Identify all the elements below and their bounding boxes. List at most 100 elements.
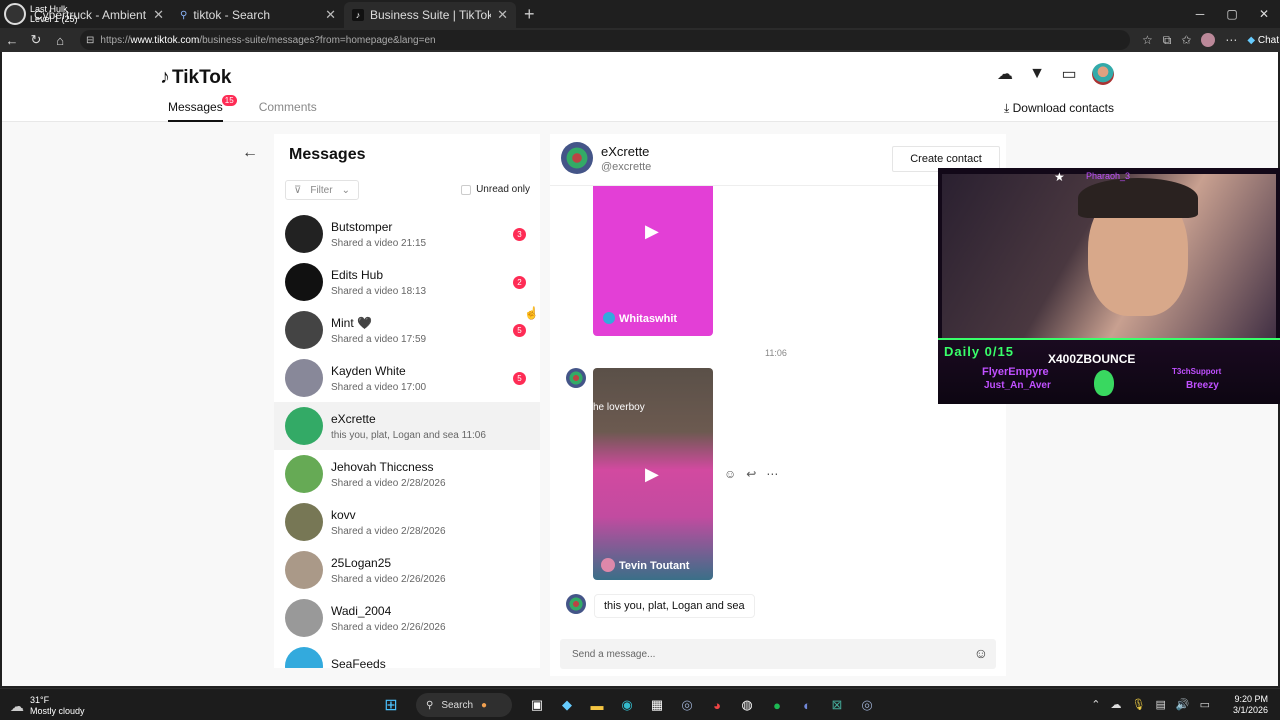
browser-tab-search[interactable]: ⚲ tiktok - Search ✕ bbox=[172, 2, 344, 28]
close-icon[interactable]: ✕ bbox=[497, 7, 508, 23]
conversation-preview: Shared a video 17:59 bbox=[331, 333, 427, 345]
onedrive-icon[interactable]: ☁ bbox=[1111, 698, 1122, 711]
weather-widget[interactable]: ☁ 31°F Mostly cloudy bbox=[10, 695, 85, 717]
tiktok-logo[interactable]: ♪ TikTok bbox=[160, 66, 231, 89]
favorites-icon[interactable]: ✩ bbox=[1181, 33, 1191, 47]
chevron-down-icon: ⌄ bbox=[341, 184, 350, 196]
network-icon[interactable]: ▤ bbox=[1155, 698, 1165, 711]
conversation-item[interactable]: Butstomper Shared a video 21:15 3 bbox=[274, 210, 540, 258]
conversation-preview: Shared a video 18:13 bbox=[331, 285, 427, 297]
taskbar-search[interactable]: ⚲ Search ● bbox=[416, 693, 512, 717]
close-icon[interactable]: ✕ bbox=[325, 7, 336, 23]
home-icon[interactable]: ⌂ bbox=[48, 33, 72, 48]
windows-start-icon[interactable]: ⊞ bbox=[380, 694, 402, 716]
battery-icon[interactable]: ▭ bbox=[1200, 698, 1210, 711]
search-icon: ⚲ bbox=[180, 9, 188, 21]
react-emoji-icon[interactable]: ☺ bbox=[724, 467, 736, 481]
filter-dropdown[interactable]: ⊽ Filter ⌄ bbox=[285, 180, 359, 200]
inbox-icon[interactable]: ▭ bbox=[1060, 64, 1078, 84]
more-options-icon[interactable]: ⋯ bbox=[766, 467, 778, 481]
play-icon[interactable]: ▶ bbox=[645, 221, 659, 242]
discord-icon[interactable]: ◐ bbox=[796, 694, 818, 716]
shared-video-card[interactable]: ▶ Whitaswhit bbox=[593, 186, 713, 336]
mic-icon[interactable]: 🎙 bbox=[1132, 698, 1146, 711]
conversation-text: Wadi_2004 Shared a video 2/26/2026 bbox=[331, 604, 446, 633]
volume-icon[interactable]: 🔊 bbox=[1176, 698, 1190, 711]
minimize-button[interactable]: ─ bbox=[1184, 0, 1216, 28]
new-tab-button[interactable]: + bbox=[524, 4, 535, 25]
upload-cloud-icon[interactable]: ☁ bbox=[996, 64, 1014, 84]
system-clock[interactable]: 9:20 PM 3/1/2026 bbox=[1233, 694, 1268, 716]
task-view-icon[interactable]: ▣ bbox=[526, 694, 548, 716]
close-window-button[interactable]: ✕ bbox=[1248, 0, 1280, 28]
store-icon[interactable]: ▦ bbox=[646, 694, 668, 716]
play-icon[interactable]: ▶ bbox=[645, 464, 659, 485]
conversation-item[interactable]: SeaFeeds bbox=[274, 642, 540, 668]
conversation-item[interactable]: Edits Hub Shared a video 18:13 2 bbox=[274, 258, 540, 306]
tab-comments[interactable]: Comments bbox=[259, 100, 317, 122]
profile-avatar[interactable] bbox=[1201, 33, 1216, 47]
close-icon[interactable]: ✕ bbox=[153, 7, 164, 23]
back-icon[interactable]: ← bbox=[0, 33, 24, 48]
conversation-name: eXcrette bbox=[331, 411, 376, 426]
edge-icon[interactable]: ◉ bbox=[616, 694, 638, 716]
conversation-item[interactable]: Jehovah Thiccness Shared a video 2/28/202… bbox=[274, 450, 540, 498]
maximize-button[interactable]: ▢ bbox=[1216, 0, 1248, 28]
steam-app-icon[interactable]: ◎ bbox=[856, 694, 878, 716]
contact-avatar[interactable] bbox=[561, 142, 593, 174]
message-input[interactable]: Send a message... ☺ bbox=[560, 639, 996, 669]
download-contacts-button[interactable]: ⤓ Download contacts bbox=[1004, 101, 1114, 116]
extensions-icon[interactable]: ⧉ bbox=[1163, 33, 1172, 48]
obs-icon[interactable]: ◍ bbox=[736, 694, 758, 716]
shared-video-card[interactable]: he loverboy ▶ Tevin Toutant bbox=[593, 368, 713, 580]
search-icon: ⚲ bbox=[426, 699, 434, 711]
conversation-item[interactable]: Wadi_2004 Shared a video 2/26/2026 bbox=[274, 594, 540, 642]
copilot-chat-button[interactable]: ◆ Chat bbox=[1247, 35, 1279, 46]
tiktok-note-icon: ♪ bbox=[160, 66, 170, 88]
conversation-avatar bbox=[285, 503, 323, 541]
send-icon[interactable]: ▼ bbox=[1028, 65, 1046, 83]
streamer-cap bbox=[1078, 178, 1198, 218]
user-avatar[interactable] bbox=[1092, 63, 1114, 85]
browser-tab-tiktok[interactable]: ♪ Business Suite | TikTok ✕ bbox=[344, 2, 516, 28]
spotify-icon[interactable]: ● bbox=[766, 694, 788, 716]
favorite-star-icon[interactable]: ☆ bbox=[1142, 33, 1153, 47]
file-explorer-icon[interactable]: ▬ bbox=[586, 694, 608, 716]
recent-sub-4: Breezy bbox=[1186, 380, 1219, 391]
conversation-name: 25Logan25 bbox=[331, 555, 392, 570]
video-author-name: Tevin Toutant bbox=[619, 560, 690, 572]
star-icon: ★ bbox=[1054, 170, 1065, 184]
site-info-icon[interactable]: ⊟ bbox=[86, 35, 94, 46]
steam-icon[interactable]: ◎ bbox=[676, 694, 698, 716]
conversation-item[interactable]: Mint 🖤 Shared a video 17:59 5 bbox=[274, 306, 540, 354]
tab-messages[interactable]: Messages 15 bbox=[168, 95, 237, 122]
download-contacts-label: Download contacts bbox=[1012, 101, 1114, 115]
conversation-avatar bbox=[285, 455, 323, 493]
conversation-item[interactable]: kovv Shared a video 2/28/2026 bbox=[274, 498, 540, 546]
url-path: /business-suite/messages?from=homepage&l… bbox=[199, 34, 436, 46]
unread-checkbox[interactable] bbox=[461, 184, 472, 195]
address-bar: ← ↻ ⌂ ⊟ https://www.tiktok.com/business-… bbox=[0, 28, 1280, 52]
conversation-item[interactable]: 25Logan25 Shared a video 2/26/2026 bbox=[274, 546, 540, 594]
message-actions: ☺ ↩ ⋯ bbox=[724, 467, 778, 481]
reply-icon[interactable]: ↩ bbox=[746, 467, 756, 481]
unread-only-toggle[interactable]: Unread only bbox=[461, 184, 530, 195]
conversation-item[interactable]: eXcrette this you, plat, Logan and sea 11… bbox=[274, 402, 540, 450]
overlay-line-2: Level 1 (25) bbox=[30, 14, 78, 24]
chrome-icon[interactable]: ◕ bbox=[706, 694, 728, 716]
more-icon[interactable]: ⋯ bbox=[1225, 33, 1237, 47]
copilot-icon[interactable]: ◆ bbox=[556, 694, 578, 716]
video-caption: he loverboy bbox=[593, 402, 645, 413]
conversation-item[interactable]: Kayden White Shared a video 17:00 5 bbox=[274, 354, 540, 402]
conversation-avatar bbox=[285, 551, 323, 589]
conversation-avatar bbox=[285, 599, 323, 637]
app-icon[interactable]: ⊠ bbox=[826, 694, 848, 716]
back-arrow-icon[interactable]: ← bbox=[242, 144, 258, 162]
conversation-name: Edits Hub bbox=[331, 267, 384, 282]
refresh-icon[interactable]: ↻ bbox=[24, 32, 48, 48]
url-field[interactable]: ⊟ https://www.tiktok.com/business-suite/… bbox=[80, 30, 1130, 50]
emoji-icon[interactable]: ☺ bbox=[974, 645, 988, 661]
contact-name[interactable]: eXcrette bbox=[601, 144, 649, 159]
chevron-up-icon[interactable]: ⌃ bbox=[1091, 698, 1100, 711]
conversation-name: Wadi_2004 bbox=[331, 603, 392, 618]
